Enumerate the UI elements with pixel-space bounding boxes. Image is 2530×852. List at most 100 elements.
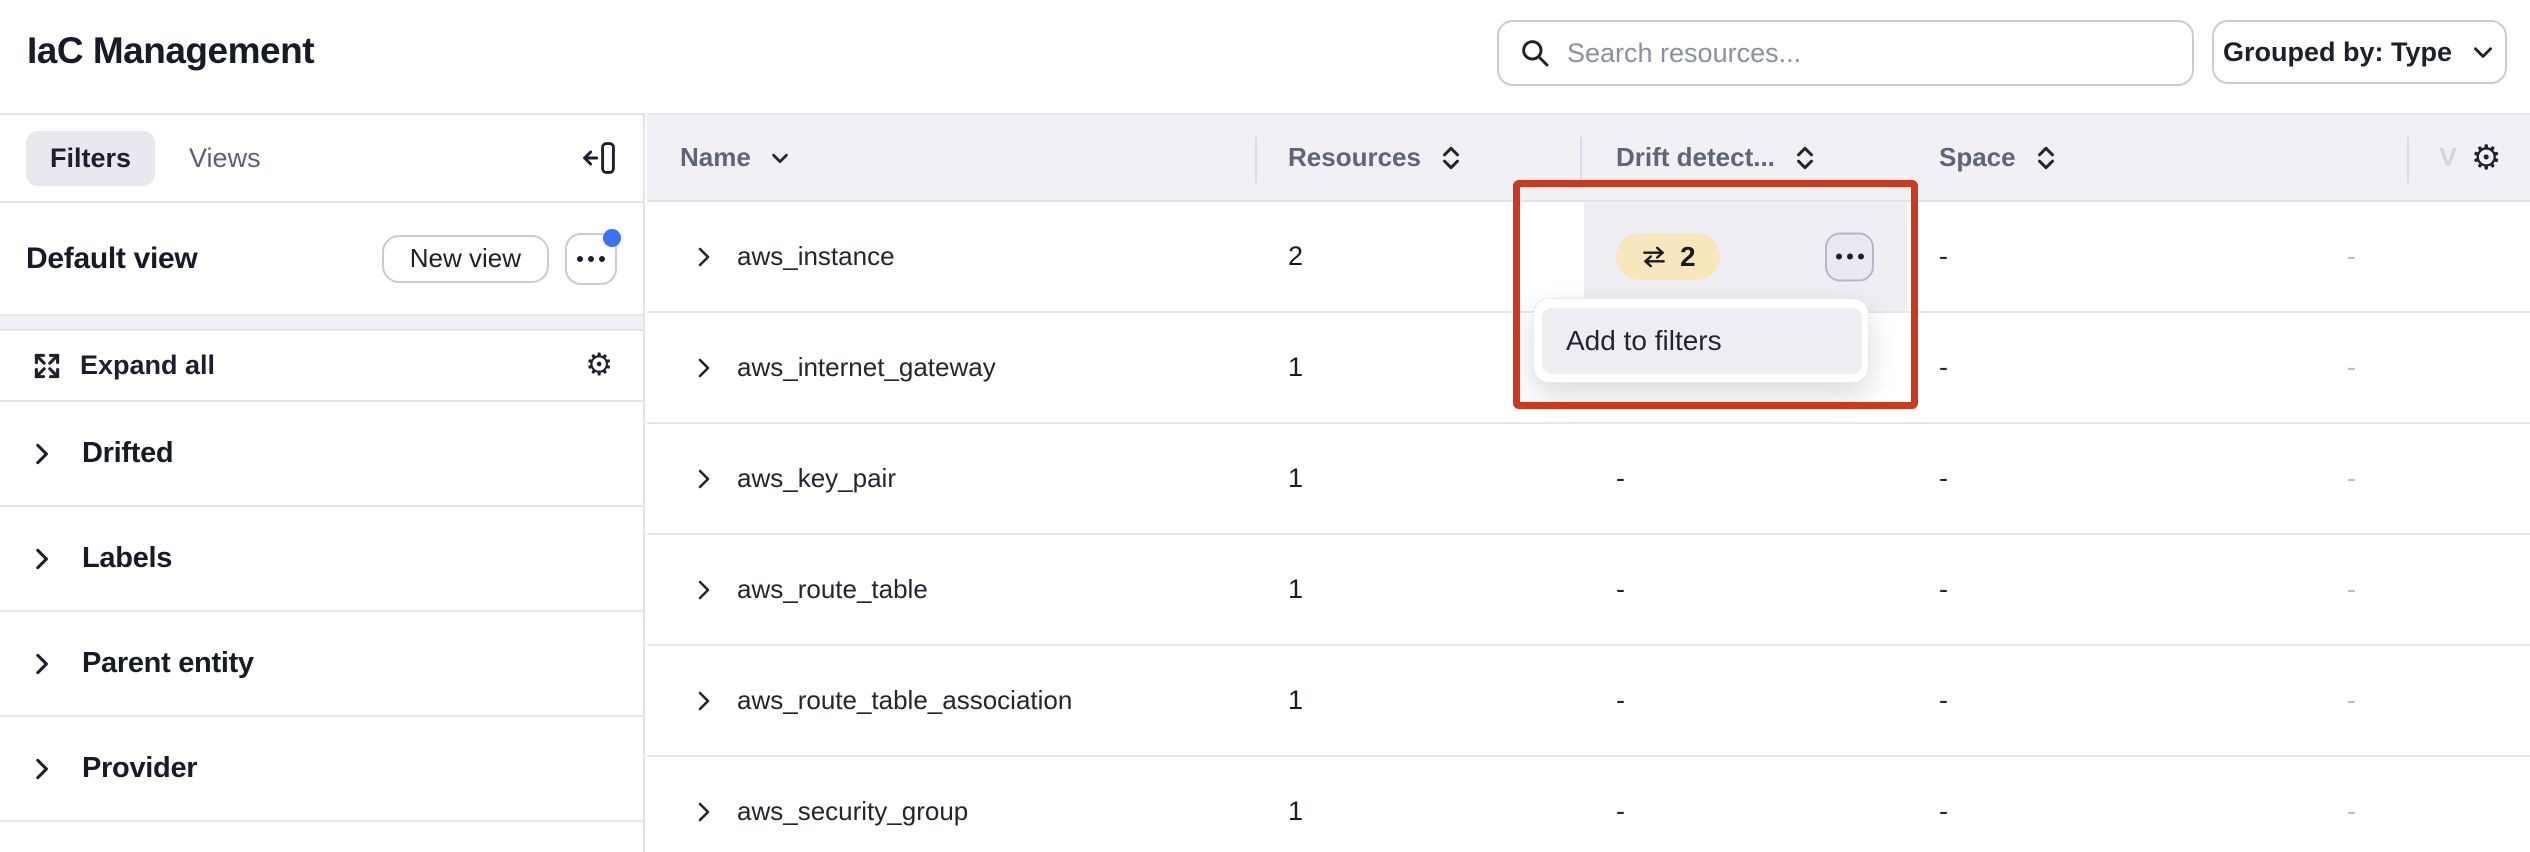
menu-item-add-to-filters[interactable]: Add to filters — [1542, 308, 1862, 374]
sidebar-item-provider[interactable]: Provider — [0, 717, 643, 822]
row-expand-chevron-icon[interactable] — [691, 535, 715, 644]
chevron-right-icon — [28, 651, 54, 677]
more-horizontal-icon — [577, 256, 605, 262]
space-cell: - — [1939, 424, 1948, 533]
extra-cell: - — [2347, 757, 2356, 852]
resources-count: 2 — [1288, 202, 1303, 311]
drift-arrows-icon — [1640, 246, 1668, 268]
row-expand-chevron-icon[interactable] — [691, 313, 715, 422]
resources-count: 1 — [1288, 424, 1303, 533]
column-separator — [1255, 137, 1257, 183]
chevron-right-icon — [28, 441, 54, 467]
sidebar-item-parent-entity[interactable]: Parent entity — [0, 612, 643, 717]
view-title: Default view — [26, 242, 197, 276]
resource-name[interactable]: aws_security_group — [737, 757, 968, 852]
row-more-button[interactable] — [1825, 232, 1874, 281]
resources-table: Name Resources Drift detect... — [647, 113, 2530, 852]
view-more-button[interactable] — [565, 233, 617, 285]
table-row[interactable]: aws_key_pair 1 - - - — [647, 424, 2530, 535]
column-header-resources[interactable]: Resources — [1288, 115, 1463, 200]
resources-count: 1 — [1288, 313, 1303, 422]
section-label: Provider — [82, 752, 197, 785]
context-menu: Add to filters — [1533, 298, 1869, 383]
chevron-right-icon — [28, 546, 54, 572]
column-header-name[interactable]: Name — [680, 115, 791, 200]
drift-cell: 2 — [1616, 202, 1720, 311]
drift-cell: - — [1616, 424, 1625, 533]
drift-cell: - — [1616, 757, 1625, 852]
sidebar-tabs: Filters Views — [0, 115, 643, 203]
grouped-by-dropdown[interactable]: Grouped by: Type — [2212, 20, 2507, 84]
extra-cell: - — [2347, 424, 2356, 533]
sidebar-item-labels[interactable]: Labels — [0, 507, 643, 612]
column-separator — [1580, 137, 1582, 183]
page-title: IaC Management — [27, 30, 314, 72]
sidebar-gear-icon[interactable]: ⚙ — [585, 350, 613, 381]
column-header-space[interactable]: Space — [1939, 115, 2058, 200]
sort-icon — [1793, 144, 1817, 172]
chevron-down-icon — [2470, 39, 2496, 65]
resource-name[interactable]: aws_instance — [737, 202, 895, 311]
search-icon — [1519, 37, 1551, 69]
search-box[interactable] — [1497, 20, 2194, 86]
table-row[interactable]: aws_instance 2 2 - - — [647, 202, 2530, 313]
row-expand-chevron-icon[interactable] — [691, 757, 715, 852]
resource-name[interactable]: aws_internet_gateway — [737, 313, 996, 422]
drift-cell: - — [1616, 646, 1625, 755]
sidebar-divider-band — [0, 316, 643, 331]
space-cell: - — [1939, 202, 1948, 311]
row-expand-chevron-icon[interactable] — [691, 202, 715, 311]
sidebar-item-drifted[interactable]: Drifted — [0, 402, 643, 507]
extra-cell: - — [2347, 535, 2356, 644]
resources-count: 1 — [1288, 535, 1303, 644]
grouped-by-label: Grouped by: Type — [2223, 37, 2452, 68]
space-cell: - — [1939, 313, 1948, 422]
collapse-sidebar-icon[interactable] — [581, 140, 617, 176]
sort-icon — [1439, 144, 1463, 172]
extra-cell: - — [2347, 313, 2356, 422]
table-row[interactable]: aws_security_group 1 - - - — [647, 757, 2530, 852]
resource-name[interactable]: aws_route_table_association — [737, 646, 1072, 755]
space-cell: - — [1939, 757, 1948, 852]
column-separator — [2407, 137, 2409, 183]
sort-icon — [2034, 144, 2058, 172]
space-cell: - — [1939, 535, 1948, 644]
column-header-drift[interactable]: Drift detect... — [1616, 115, 1817, 200]
iac-management-page: IaC Management Grouped by: Type Filters … — [0, 0, 2530, 852]
expand-all-icon[interactable] — [30, 349, 64, 383]
space-cell: - — [1939, 646, 1948, 755]
notification-dot — [603, 229, 621, 247]
drift-cell: - — [1616, 535, 1625, 644]
resource-name[interactable]: aws_route_table — [737, 535, 928, 644]
table-settings-gear-icon[interactable]: ⚙ — [2471, 141, 2501, 175]
drift-count: 2 — [1680, 241, 1696, 273]
topbar: IaC Management Grouped by: Type — [0, 0, 2530, 113]
table-row[interactable]: aws_route_table 1 - - - — [647, 535, 2530, 646]
more-horizontal-icon — [1836, 254, 1864, 260]
filters-sidebar: Filters Views Default view New view — [0, 113, 645, 852]
resources-count: 1 — [1288, 646, 1303, 755]
tab-views[interactable]: Views — [189, 143, 261, 174]
table-row[interactable]: aws_route_table_association 1 - - - — [647, 646, 2530, 757]
resources-count: 1 — [1288, 757, 1303, 852]
section-label: Labels — [82, 542, 172, 575]
chevron-down-icon — [769, 147, 791, 169]
row-expand-chevron-icon[interactable] — [691, 424, 715, 533]
truncated-column-letter: V — [2439, 142, 2457, 173]
table-header-controls: V ⚙ — [2439, 115, 2502, 200]
section-label: Drifted — [82, 437, 173, 470]
expand-all-label[interactable]: Expand all — [80, 350, 215, 381]
new-view-button[interactable]: New view — [382, 235, 549, 283]
expand-all-row: Expand all ⚙ — [0, 331, 643, 402]
tab-filters[interactable]: Filters — [26, 131, 155, 186]
row-expand-chevron-icon[interactable] — [691, 646, 715, 755]
resource-name[interactable]: aws_key_pair — [737, 424, 896, 533]
table-header: Name Resources Drift detect... — [647, 113, 2530, 202]
section-label: Parent entity — [82, 647, 254, 680]
extra-cell: - — [2347, 202, 2356, 311]
extra-cell: - — [2347, 646, 2356, 755]
chevron-right-icon — [28, 756, 54, 782]
view-header-row: Default view New view — [0, 203, 643, 316]
search-input[interactable] — [1567, 38, 2172, 69]
drift-badge[interactable]: 2 — [1616, 233, 1720, 280]
